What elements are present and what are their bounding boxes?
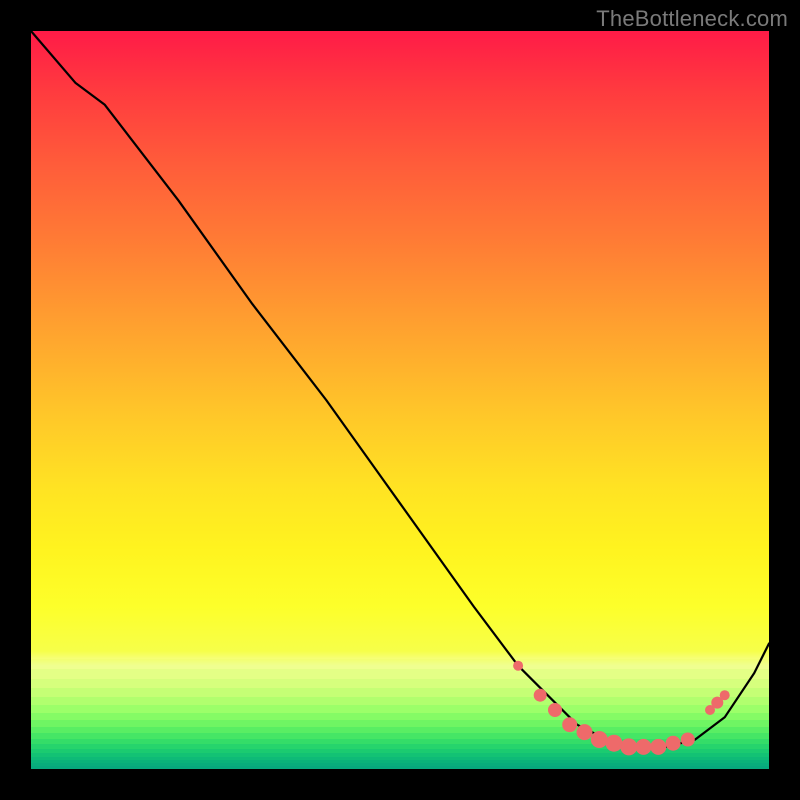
chart-frame: TheBottleneck.com xyxy=(0,0,800,800)
gradient-sky xyxy=(31,31,769,769)
plot-area xyxy=(31,31,769,769)
watermark-text: TheBottleneck.com xyxy=(596,6,788,32)
